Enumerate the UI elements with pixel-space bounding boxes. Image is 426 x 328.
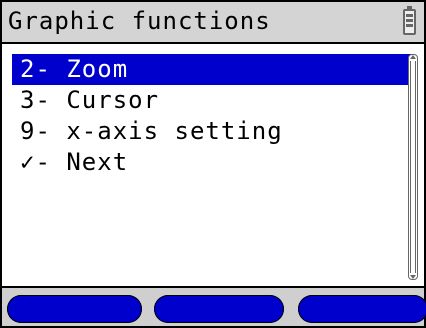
battery-icon xyxy=(403,6,416,35)
function-menu: 2- Zoom 3- Cursor 9- x-axis setting ✓- N… xyxy=(12,54,412,178)
scroll-down-icon xyxy=(410,275,416,279)
softkey-middle[interactable] xyxy=(154,295,284,323)
softkey-left[interactable] xyxy=(7,295,142,323)
menu-item-x-axis-setting[interactable]: 9- x-axis setting xyxy=(12,116,412,147)
menu-item-next[interactable]: ✓- Next xyxy=(12,147,412,178)
softkey-bar xyxy=(2,286,426,326)
device-screen: Graphic functions 2- Zoom 3- Cursor 9- x… xyxy=(0,0,426,328)
softkey-right[interactable] xyxy=(298,295,426,323)
menu-item-cursor[interactable]: 3- Cursor xyxy=(12,85,412,116)
scrollbar-thumb[interactable] xyxy=(410,61,416,273)
scroll-up-icon xyxy=(410,55,416,59)
title-bar: Graphic functions xyxy=(2,2,424,44)
menu-scrollbar[interactable] xyxy=(408,54,418,280)
page-title: Graphic functions xyxy=(8,7,271,35)
menu-item-zoom[interactable]: 2- Zoom xyxy=(12,54,412,85)
